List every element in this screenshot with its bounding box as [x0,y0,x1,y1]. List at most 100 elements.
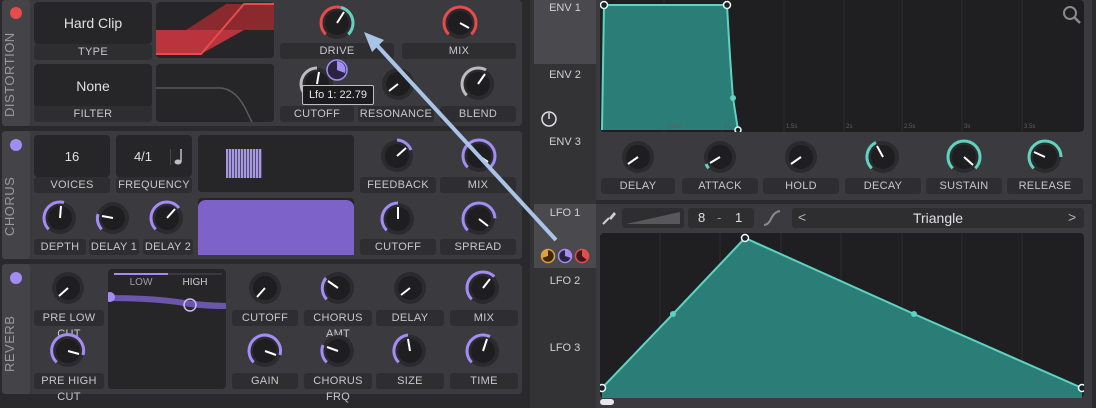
lfo-shape-next-button[interactable]: > [1068,209,1076,225]
distortion-section-label: DISTORTION [2,32,17,118]
chorus-frequency-value: 4/1 [133,149,153,164]
env-decay-knob[interactable] [863,137,903,177]
reverb-cutoff-label: CUTOFF [232,310,298,326]
lfo-phase-scrollbar[interactable] [600,399,614,405]
distortion-blend-knob[interactable] [458,64,498,104]
lfo-grid-x-value[interactable]: 8 [698,210,705,225]
zoom-icon[interactable] [1062,5,1082,25]
env-tick-1s: 1s [724,124,730,130]
env2-tab[interactable]: ENV 2 [534,69,596,81]
distortion-filter-label: FILTER [34,106,152,122]
lfo-tooltip: Lfo 1: 22.79 [302,85,374,105]
distortion-type-value: Hard Clip [63,15,123,31]
reverb-time-label: TIME [450,373,518,389]
chorus-delay1-label: DELAY 1 [89,239,139,255]
chorus-frequency-label: FREQUENCY [116,177,192,193]
chorus-delay1-knob[interactable] [93,198,133,238]
distortion-type-label: TYPE [34,44,152,60]
reverb-chorus-amt-knob[interactable] [318,268,358,308]
reverb-chorus-frq-label: CHORUS FRQ [304,373,372,403]
reverb-pre-low-cut-label: PRE LOW CUT [34,310,104,340]
lfo-shape-prev-button[interactable]: < [798,209,806,225]
tempo-sync-note-icon[interactable] [170,147,186,167]
reverb-pre-high-cut-label: PRE HIGH CUT [34,373,104,403]
reverb-mix-knob[interactable] [463,268,503,308]
distortion-mix-knob[interactable] [440,3,480,43]
chorus-section-label: CHORUS [2,176,17,236]
chorus-frequency-selector[interactable]: 4/1 [116,135,192,177]
env-tick-3.5s: 3.5s [1024,124,1035,130]
chorus-filter-graph [198,200,354,255]
env-tick-1.5s: 1.5s [786,124,797,130]
lfo3-tab[interactable]: LFO 3 [534,342,596,354]
reverb-pre-high-cut-knob[interactable] [48,331,88,371]
env1-tab[interactable]: ENV 1 [534,2,596,14]
reverb-eq-display: LOW HIGH [108,269,226,389]
lfo-grid-selector[interactable]: 8 - 1 [688,208,754,228]
reverb-section-label: REVERB [2,315,17,373]
distortion-resonance-label: RESONANCE [358,106,434,122]
lfo-smooth-slider[interactable] [622,208,684,228]
env-tick-2.5s: 2.5s [904,124,915,130]
lfo1-tab[interactable]: LFO 1 [534,207,596,219]
reverb-time-knob[interactable] [463,331,503,371]
reverb-power-toggle[interactable] [10,272,22,284]
env-tick-2s: 2s [846,124,852,130]
reverb-size-label: SIZE [376,373,444,389]
lfo-grid-y-value[interactable]: 1 [735,210,742,225]
env-delay-label: DELAY [601,178,675,194]
distortion-filter-value: None [76,78,110,94]
distortion-drive-knob[interactable] [317,3,357,43]
distortion-curve-display [156,2,274,58]
distortion-filter-display [156,64,274,123]
lfo1-mod-source-icons[interactable] [540,248,592,264]
envelope-graph[interactable]: 100m 1s 1.5s 2s 2.5s 3s 3.5s [600,0,1084,132]
env2-mod-source-icon[interactable] [540,110,558,128]
chorus-cutoff-label: CUTOFF [360,239,436,255]
chorus-spread-knob[interactable] [459,199,499,239]
lfo-graph[interactable] [600,233,1084,398]
env-hold-knob[interactable] [781,137,821,177]
env-decay-label: DECAY [845,178,921,194]
env-delay-knob[interactable] [618,137,658,177]
env3-tab[interactable]: ENV 3 [534,136,596,148]
env-attack-label: ATTACK [682,178,758,194]
reverb-pre-low-cut-knob[interactable] [48,268,88,308]
lfo-modulation-indicator-icon[interactable] [326,59,348,81]
distortion-type-selector[interactable]: Hard Clip [34,2,152,44]
chorus-delay2-knob[interactable] [147,198,187,238]
reverb-gain-knob[interactable] [245,331,285,371]
env-tick-3s: 3s [964,124,970,130]
reverb-cutoff-knob[interactable] [245,268,285,308]
distortion-resonance-knob[interactable] [378,64,418,104]
env-attack-knob[interactable] [700,137,740,177]
chorus-filter-display [198,198,354,255]
lfo-shape-name: Triangle [912,210,964,226]
chorus-mix-label: MIX [440,177,516,193]
chorus-power-toggle[interactable] [10,139,22,151]
reverb-gain-label: GAIN [232,373,298,389]
lfo-curve-icon[interactable] [762,209,782,227]
chorus-voices-selector[interactable]: 16 [34,135,110,177]
reverb-size-knob[interactable] [390,331,430,371]
reverb-chorus-frq-knob[interactable] [318,331,358,371]
lfo2-tab[interactable]: LFO 2 [534,275,596,287]
distortion-curve-graph [156,3,274,55]
chorus-feedback-label: FEEDBACK [360,177,436,193]
chorus-voices-value: 16 [64,149,80,164]
env-release-knob[interactable] [1025,137,1065,177]
chorus-depth-knob[interactable] [40,198,80,238]
lfo-paint-brush-icon[interactable] [600,209,618,227]
lfo-shape-selector[interactable]: < Triangle > [792,208,1084,228]
chorus-feedback-knob[interactable] [377,136,417,176]
reverb-delay-label: DELAY [376,310,444,326]
reverb-delay-knob[interactable] [390,268,430,308]
distortion-filter-selector[interactable]: None [34,64,152,108]
chorus-delay2-label: DELAY 2 [143,239,193,255]
chorus-cutoff-knob[interactable] [378,199,418,239]
chorus-mix-knob[interactable] [459,136,499,176]
distortion-power-toggle[interactable] [10,7,22,19]
distortion-filter-graph [156,87,253,123]
env-sustain-knob[interactable] [944,137,984,177]
chorus-depth-label: DEPTH [34,239,86,255]
